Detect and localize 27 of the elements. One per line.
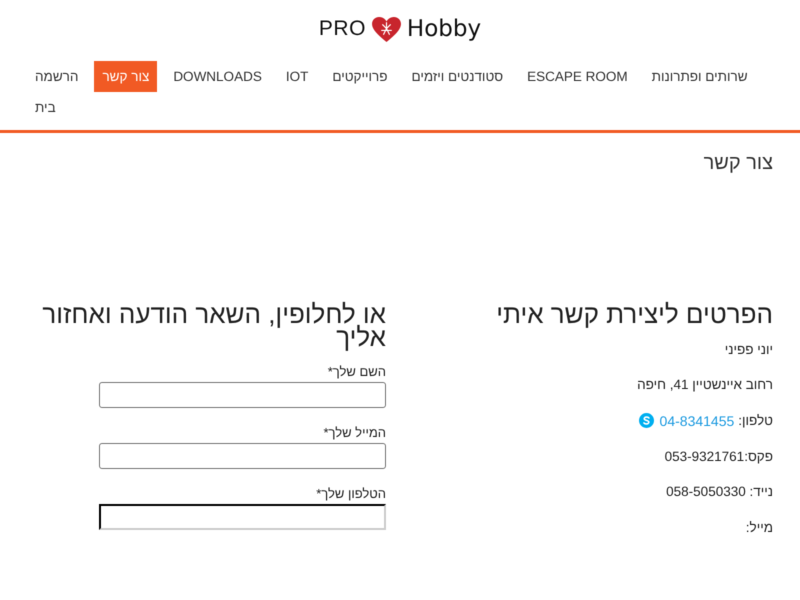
input-field[interactable]	[98, 442, 386, 468]
heart-icon	[370, 16, 402, 42]
nav-link[interactable]: הרשמה	[27, 61, 86, 92]
form-heading: או לחלופין, השאר הודעה ואחזור אליך	[41, 303, 386, 349]
nav-link[interactable]: ESCAPE ROOM	[519, 61, 636, 92]
field-label: המייל שלך*	[322, 424, 386, 442]
nav-link[interactable]: בית	[27, 92, 64, 123]
phone-label: טלפון:	[738, 412, 773, 430]
contact-line: יוני פפיני	[724, 340, 773, 358]
input-field[interactable]	[98, 382, 386, 408]
details-heading: הפרטים ליצירת קשר איתי	[495, 303, 773, 326]
contact-line: פקס:053-9321761	[664, 448, 773, 466]
logo-text: Hobby	[406, 15, 482, 43]
nav-link[interactable]: DOWNLOADS	[165, 61, 270, 92]
skype-icon[interactable]	[638, 413, 654, 428]
logo-text: PRO	[318, 16, 366, 42]
contact-line: רחוב איינשטיין 41, חיפה	[636, 376, 773, 394]
contact-line: נייד: 058-5050330	[665, 483, 773, 502]
contact-line: מייל:	[744, 518, 773, 537]
nav-link[interactable]: סטודנטים ויזמים	[403, 61, 512, 92]
field-label: השם שלך*	[326, 362, 386, 380]
page-title: צור קשר	[702, 151, 773, 175]
nav-link[interactable]: שרותים ופתרונות	[644, 61, 756, 92]
field-label: הטלפון שלך*	[315, 484, 386, 502]
nav-link[interactable]: IOT	[278, 61, 316, 92]
input-field[interactable]	[98, 504, 386, 530]
nav-link[interactable]: פרוייקטים	[324, 61, 396, 92]
